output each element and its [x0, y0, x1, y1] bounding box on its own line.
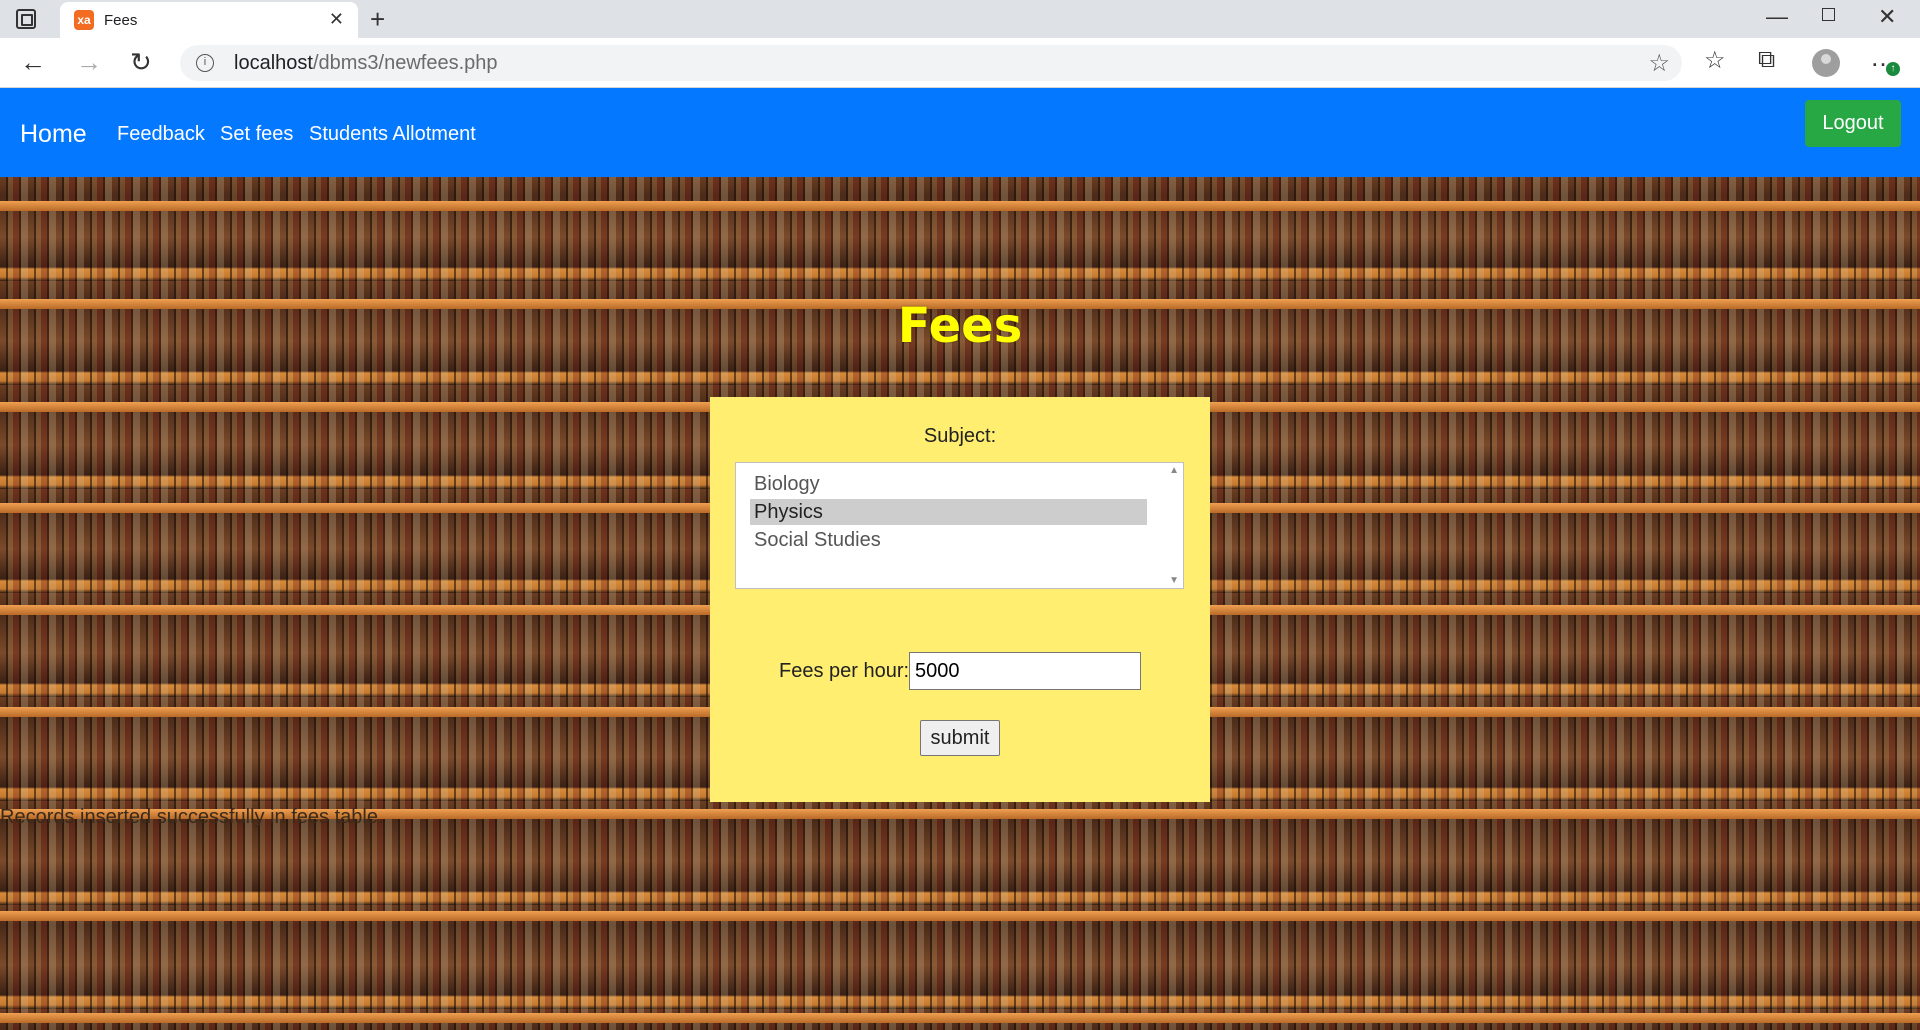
forward-icon[interactable]: →	[76, 47, 102, 78]
back-icon[interactable]: ←	[20, 47, 46, 78]
browser-toolbar: ← → ↻ i localhost/dbms3/newfees.php ☆ ☆ …	[0, 38, 1920, 88]
fees-per-hour-input[interactable]: 5000	[909, 652, 1141, 690]
shelf-divider	[0, 201, 1920, 211]
update-badge-icon: ↑	[1886, 62, 1900, 76]
reload-icon[interactable]: ↻	[130, 47, 152, 78]
browser-tab[interactable]: xa Fees ✕	[60, 2, 358, 38]
nav-home-link[interactable]: Home	[20, 120, 87, 149]
submit-button[interactable]: submit	[920, 720, 1000, 756]
shelf-divider	[0, 1013, 1920, 1023]
maximize-icon[interactable]	[1822, 8, 1835, 21]
favicon-icon: xa	[74, 10, 94, 30]
tab-actions-icon[interactable]	[16, 9, 36, 29]
address-bar[interactable]: i localhost/dbms3/newfees.php ☆	[180, 45, 1682, 81]
add-favorite-icon[interactable]: ☆	[1648, 49, 1670, 78]
profile-icon[interactable]	[1812, 49, 1840, 77]
nav-students-allotment-link[interactable]: Students Allotment	[309, 123, 476, 146]
subject-option-physics[interactable]: Physics	[750, 499, 1147, 525]
window-close-icon[interactable]: ✕	[1878, 4, 1896, 30]
subject-option-biology[interactable]: Biology	[750, 471, 1147, 497]
subject-select[interactable]: Biology Physics Social Studies ▲ ▼	[735, 462, 1184, 589]
url-path: /dbms3/newfees.php	[312, 52, 498, 74]
close-icon[interactable]: ✕	[329, 9, 344, 30]
new-tab-icon[interactable]: +	[370, 4, 385, 35]
subject-label: Subject:	[923, 425, 997, 447]
nav-set-fees-link[interactable]: Set fees	[220, 123, 293, 146]
status-message: Records inserted successfully in fees ta…	[0, 806, 384, 828]
page-title: Fees	[897, 298, 1023, 354]
fees-per-hour-label: Fees per hour:	[779, 660, 910, 682]
shelf-divider	[0, 911, 1920, 921]
collections-icon[interactable]: ⧉	[1758, 46, 1775, 74]
subject-option-social-studies[interactable]: Social Studies	[750, 527, 1147, 553]
logout-button[interactable]: Logout	[1805, 100, 1901, 147]
nav-feedback-link[interactable]: Feedback	[117, 123, 205, 146]
site-navbar: Home Feedback Set fees Students Allotmen…	[0, 88, 1920, 177]
url-host: localhost	[234, 52, 313, 74]
minimize-icon[interactable]: —	[1766, 4, 1788, 30]
tab-title: Fees	[104, 12, 138, 29]
browser-tabstrip: xa Fees ✕ + — ✕	[0, 0, 1920, 38]
fees-form: Subject: Biology Physics Social Studies …	[710, 397, 1210, 802]
url-text[interactable]: localhost/dbms3/newfees.php	[234, 52, 498, 75]
favorites-icon[interactable]: ☆	[1704, 46, 1726, 75]
scroll-up-icon[interactable]: ▲	[1169, 465, 1179, 476]
scroll-down-icon[interactable]: ▼	[1169, 575, 1179, 586]
info-icon[interactable]: i	[196, 54, 214, 72]
